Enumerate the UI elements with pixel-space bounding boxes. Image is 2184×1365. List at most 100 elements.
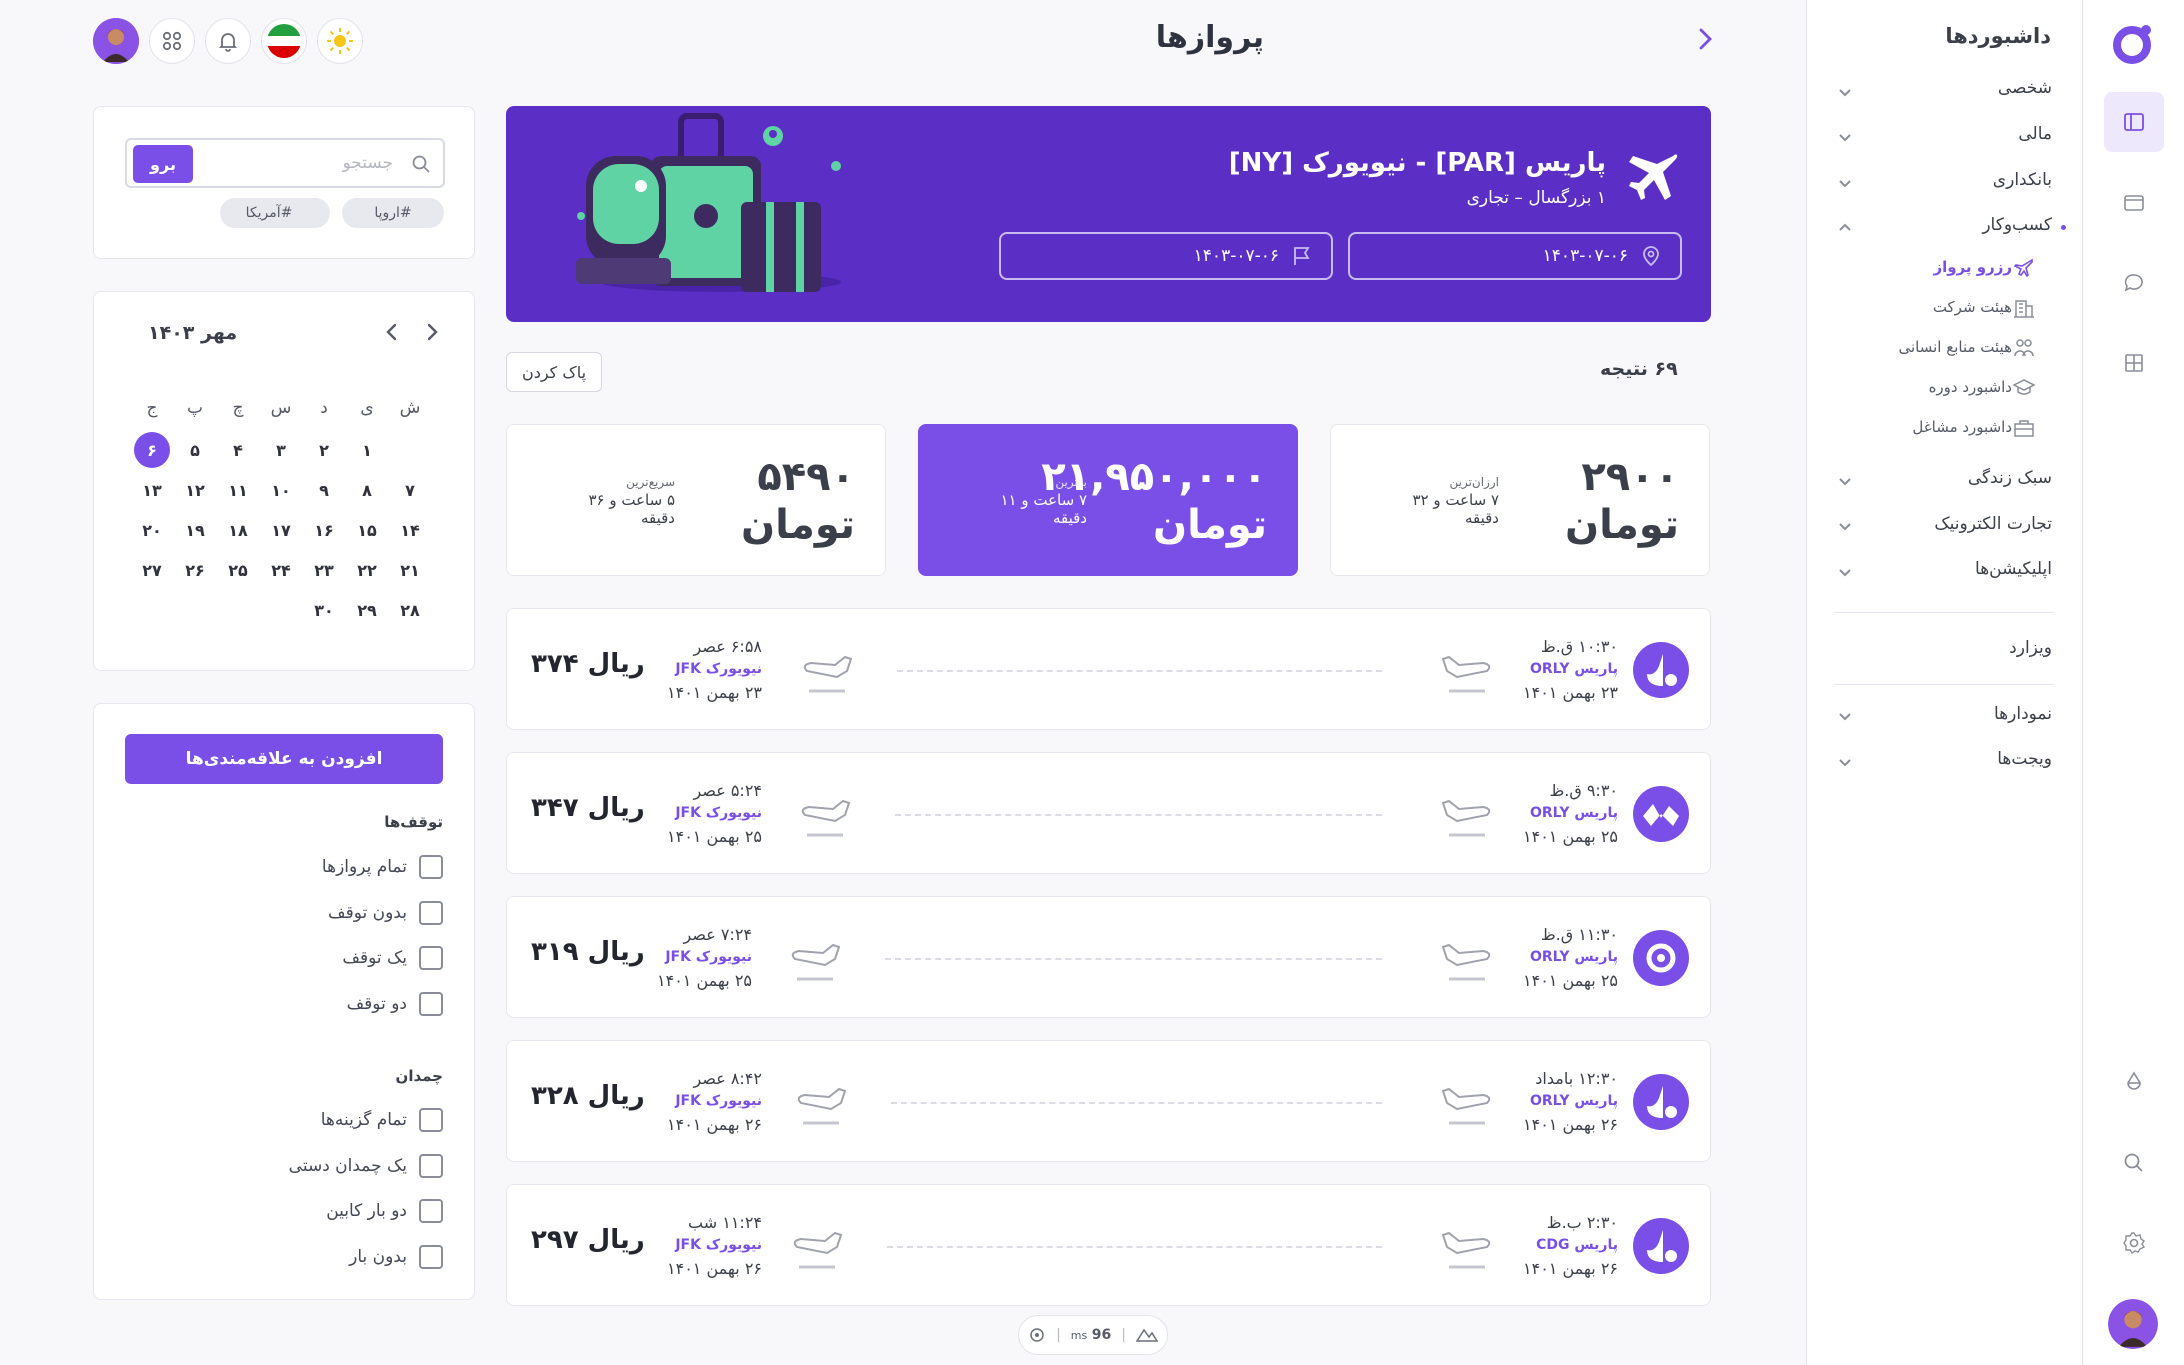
- flight-row[interactable]: ۱۰:۳۰ ق.ظ پاریس ORLY ۲۳ بهمن ۱۴۰۱ ۶:۵۸ ع…: [506, 608, 1711, 730]
- rail-settings-button[interactable]: [2118, 1227, 2150, 1259]
- departure-info: ۱۰:۳۰ ق.ظ پاریس ORLY ۲۳ بهمن ۱۴۰۱: [1523, 635, 1618, 704]
- rail-browser-button[interactable]: [2118, 187, 2150, 219]
- calendar-day[interactable]: ۲۶: [177, 552, 213, 588]
- checkbox[interactable]: [419, 1108, 443, 1132]
- calendar-day[interactable]: ۲۷: [134, 552, 170, 588]
- calendar-day[interactable]: ۳: [263, 432, 299, 468]
- calendar-day[interactable]: ۱۱: [220, 472, 256, 508]
- checkbox[interactable]: [419, 1199, 443, 1223]
- calendar-day[interactable]: ۶: [134, 432, 170, 468]
- tag-america-chip[interactable]: #آمریکا: [220, 198, 318, 228]
- checkbox[interactable]: [419, 901, 443, 925]
- sidebar-item-finance[interactable]: مالی: [2018, 124, 2052, 144]
- calendar-day[interactable]: ۲۹: [349, 592, 385, 628]
- route-title: پاریس [PAR] - نیویورک [NY]: [1228, 148, 1606, 178]
- summary-card-best[interactable]: ۲۱,۹۵۰,۰۰۰ تومان بهترین ۷ ساعت و ۱۱ دقیق…: [918, 424, 1298, 576]
- apps-button[interactable]: [149, 18, 195, 64]
- notifications-button[interactable]: [205, 18, 251, 64]
- return-date-field[interactable]: ۱۴۰۳-۰۷-۰۶: [999, 232, 1333, 280]
- calendar-day[interactable]: ۴: [220, 432, 256, 468]
- calendar-day[interactable]: ۱۷: [263, 512, 299, 548]
- flight-row[interactable]: ۱۱:۳۰ ق.ظ پاریس ORLY ۲۵ بهمن ۱۴۰۱ ۷:۲۴ ع…: [506, 896, 1711, 1018]
- search-input[interactable]: برو جستجو: [125, 138, 445, 188]
- calendar-day[interactable]: ۸: [349, 472, 385, 508]
- calendar-day[interactable]: ۲۴: [263, 552, 299, 588]
- rail-grid-button[interactable]: [2118, 347, 2150, 379]
- calendar-day[interactable]: ۱۲: [177, 472, 213, 508]
- sidebar-subitem-flight-booking[interactable]: رزرو پرواز: [1933, 258, 2012, 276]
- stops-option[interactable]: یک توقف: [342, 944, 443, 972]
- sidebar-item-wizard[interactable]: ویزارد: [2009, 638, 2052, 658]
- back-chevron-icon[interactable]: [1690, 24, 1720, 54]
- avatar-button[interactable]: [93, 18, 139, 64]
- stops-option[interactable]: تمام پروازها: [322, 853, 443, 881]
- stops-option[interactable]: دو توقف: [347, 990, 443, 1018]
- rail-chat-button[interactable]: [2118, 267, 2150, 299]
- tag-europe[interactable]: #اروپا: [342, 198, 444, 228]
- theme-button[interactable]: [317, 18, 363, 64]
- calendar-day[interactable]: ۱۵: [349, 512, 385, 548]
- sidebar-subitem-course-dashboard[interactable]: داشبورد دوره: [1929, 378, 2012, 396]
- rail-search-button[interactable]: [2118, 1147, 2150, 1179]
- browser-window-icon: [2124, 195, 2144, 211]
- rail-avatar[interactable]: [2108, 1299, 2158, 1349]
- go-button[interactable]: برو: [133, 145, 193, 183]
- calendar-day[interactable]: ۱۴: [392, 512, 428, 548]
- checkbox[interactable]: [419, 1154, 443, 1178]
- arrival-city: نیویورک JFK: [675, 1237, 762, 1253]
- calendar-day[interactable]: ۱۰: [263, 472, 299, 508]
- flight-row[interactable]: ۱۲:۳۰ بامداد پاریس ORLY ۲۶ بهمن ۱۴۰۱ ۸:۴…: [506, 1040, 1711, 1162]
- sidebar-item-banking[interactable]: بانکداری: [1993, 170, 2052, 190]
- checkbox[interactable]: [419, 992, 443, 1016]
- flight-row[interactable]: ۹:۳۰ ق.ظ پاریس ORLY ۲۵ بهمن ۱۴۰۱ ۵:۲۴ عص…: [506, 752, 1711, 874]
- calendar-day[interactable]: ۷: [392, 472, 428, 508]
- calendar-weekday: ی: [360, 398, 374, 418]
- clear-button[interactable]: پاک کردن: [506, 352, 602, 392]
- sidebar-subitem-jobs-dashboard[interactable]: داشبورد مشاغل: [1912, 418, 2012, 436]
- add-to-favorites-button[interactable]: افزودن به علاقه‌مندی‌ها: [125, 734, 443, 784]
- calendar-day[interactable]: ۲۰: [134, 512, 170, 548]
- baggage-option[interactable]: دو بار کابین: [326, 1197, 443, 1225]
- sidebar-item-applications[interactable]: اپلیکیشن‌ها: [1975, 559, 2052, 579]
- calendar-day[interactable]: ۱۹: [177, 512, 213, 548]
- sidebar-subitem-company-board[interactable]: هیئت شرکت: [1933, 298, 2012, 316]
- calendar-prev-icon[interactable]: [380, 320, 404, 344]
- baggage-option[interactable]: تمام گزینه‌ها: [321, 1106, 443, 1134]
- checkbox[interactable]: [419, 855, 443, 879]
- calendar-day[interactable]: ۱۶: [306, 512, 342, 548]
- calendar-next-icon[interactable]: [420, 320, 444, 344]
- calendar-day[interactable]: ۲۸: [392, 592, 428, 628]
- language-button[interactable]: [261, 18, 307, 64]
- calendar-day[interactable]: ۱: [349, 432, 385, 468]
- calendar-day[interactable]: ۱۸: [220, 512, 256, 548]
- checkbox[interactable]: [419, 1245, 443, 1269]
- rail-drop-button[interactable]: [2118, 1066, 2150, 1098]
- app-logo-icon[interactable]: [2108, 18, 2158, 68]
- calendar-day[interactable]: ۵: [177, 432, 213, 468]
- summary-card-cheapest[interactable]: ۲۹۰۰ تومان ارزان‌ترین ۷ ساعت و ۳۲ دقیقه: [1330, 424, 1710, 576]
- calendar-day[interactable]: ۲۱: [392, 552, 428, 588]
- arrival-date: ۲۶ بهمن ۱۴۰۱: [667, 1115, 762, 1134]
- sidebar-item-lifestyle[interactable]: سبک زندگی: [1968, 468, 2052, 488]
- sidebar-item-business[interactable]: کسب‌وکار: [1982, 215, 2052, 235]
- calendar-day[interactable]: ۲۳: [306, 552, 342, 588]
- baggage-option[interactable]: بدون بار: [349, 1243, 443, 1271]
- calendar-day[interactable]: ۲۲: [349, 552, 385, 588]
- depart-date-field[interactable]: ۱۴۰۳-۰۷-۰۶: [1348, 232, 1682, 280]
- calendar-day[interactable]: ۲۵: [220, 552, 256, 588]
- calendar-day[interactable]: ۱۳: [134, 472, 170, 508]
- flight-row[interactable]: ۲:۳۰ ب.ظ پاریس CDG ۲۶ بهمن ۱۴۰۱ ۱۱:۲۴ شب…: [506, 1184, 1711, 1306]
- sidebar-item-widgets[interactable]: ویجت‌ها: [1997, 749, 2052, 769]
- sidebar-item-personal[interactable]: شخصی: [1998, 78, 2052, 98]
- sidebar-item-charts[interactable]: نمودارها: [1994, 704, 2052, 724]
- sidebar-item-ecommerce[interactable]: تجارت الکترونیک: [1934, 514, 2052, 534]
- calendar-day[interactable]: ۳۰: [306, 592, 342, 628]
- baggage-option[interactable]: یک چمدان دستی: [289, 1152, 443, 1180]
- stops-option[interactable]: بدون توقف: [328, 899, 443, 927]
- calendar-day[interactable]: ۹: [306, 472, 342, 508]
- summary-card-fastest[interactable]: ۵۴۹۰ تومان سریع‌ترین ۵ ساعت و ۳۶ دقیقه: [506, 424, 886, 576]
- sidebar-subitem-hr-board[interactable]: هیئت منابع انسانی: [1899, 338, 2013, 356]
- perf-status-pill[interactable]: | ms 96 |: [1018, 1315, 1168, 1355]
- calendar-day[interactable]: ۲: [306, 432, 342, 468]
- checkbox[interactable]: [419, 946, 443, 970]
